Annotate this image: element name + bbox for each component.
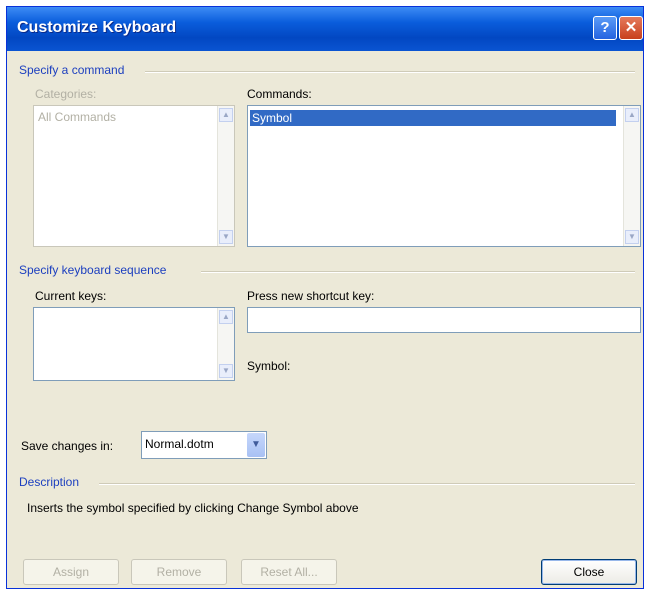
title-bar[interactable]: Customize Keyboard ? ✕: [7, 7, 643, 51]
group-separator: [99, 483, 635, 485]
current-keys-scrollbar[interactable]: ▲ ▼: [217, 308, 234, 380]
close-button[interactable]: Close: [541, 559, 637, 585]
customize-keyboard-dialog: Customize Keyboard ? ✕ Specify a command…: [6, 6, 644, 589]
save-changes-value: Normal.dotm: [145, 437, 214, 451]
assigned-command-name: Symbol:: [247, 359, 291, 373]
save-changes-select[interactable]: Normal.dotm ▼: [141, 431, 267, 459]
categories-list[interactable]: All Commands ▲ ▼: [33, 105, 235, 247]
save-changes-label: Save changes in:: [21, 439, 114, 453]
help-button[interactable]: ?: [593, 16, 617, 40]
group-separator: [201, 271, 635, 273]
scroll-up-icon[interactable]: ▲: [219, 310, 233, 324]
list-item[interactable]: All Commands: [36, 109, 214, 125]
chevron-down-icon[interactable]: ▼: [247, 433, 265, 457]
group-description: Description: [19, 475, 80, 489]
categories-label: Categories:: [35, 87, 97, 101]
assign-button[interactable]: Assign: [23, 559, 119, 585]
commands-label: Commands:: [247, 87, 312, 101]
new-shortcut-input[interactable]: [247, 307, 641, 333]
commands-scrollbar[interactable]: ▲ ▼: [623, 106, 640, 246]
close-window-button[interactable]: ✕: [619, 16, 643, 40]
categories-scrollbar[interactable]: ▲ ▼: [217, 106, 234, 246]
scroll-down-icon[interactable]: ▼: [625, 230, 639, 244]
remove-button[interactable]: Remove: [131, 559, 227, 585]
dialog-title: Customize Keyboard: [17, 19, 177, 36]
new-shortcut-label: Press new shortcut key:: [247, 289, 375, 303]
group-keyboard-sequence: Specify keyboard sequence: [19, 263, 167, 277]
group-separator: [145, 71, 635, 73]
list-item[interactable]: Symbol: [250, 110, 616, 126]
reset-all-button[interactable]: Reset All...: [241, 559, 337, 585]
scroll-up-icon[interactable]: ▲: [219, 108, 233, 122]
current-keys-label: Current keys:: [35, 289, 107, 303]
scroll-down-icon[interactable]: ▼: [219, 230, 233, 244]
current-keys-list[interactable]: ▲ ▼: [33, 307, 235, 381]
scroll-up-icon[interactable]: ▲: [625, 108, 639, 122]
scroll-down-icon[interactable]: ▼: [219, 364, 233, 378]
commands-list[interactable]: Symbol ▲ ▼: [247, 105, 641, 247]
description-text: Inserts the symbol specified by clicking…: [27, 501, 359, 515]
help-icon: ?: [600, 19, 610, 36]
group-specify-command: Specify a command: [19, 63, 125, 77]
close-icon: ✕: [624, 19, 638, 36]
